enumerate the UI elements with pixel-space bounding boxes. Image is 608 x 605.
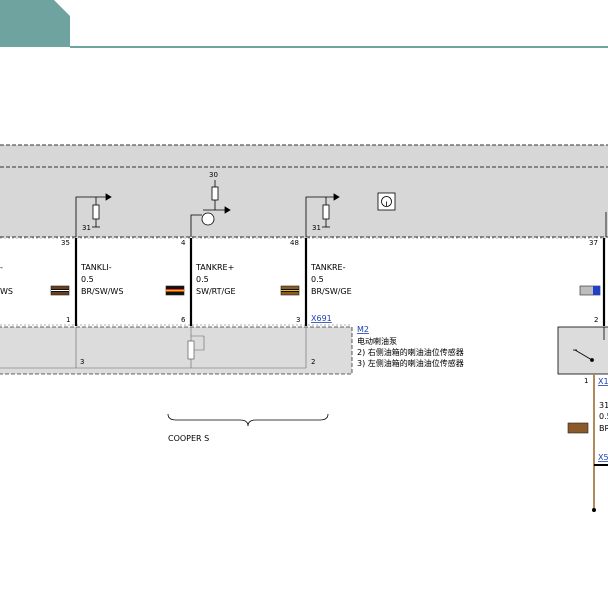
- wire-left-tick: -: [0, 263, 3, 272]
- relay-connector-x1[interactable]: X1: [598, 377, 608, 386]
- relay-pin-1: 1: [584, 377, 588, 385]
- right-wire-size: 0.5: [599, 412, 608, 421]
- wire-color-tankli: BR/SW/WS: [81, 287, 123, 296]
- control-unit-box: [0, 145, 608, 237]
- ground-label-2: 31: [312, 224, 321, 232]
- header-tab: [0, 0, 70, 47]
- connector-x691-link[interactable]: X691: [311, 314, 332, 323]
- pin-top-w1: 35: [61, 239, 70, 247]
- supply-label-30: 30: [209, 171, 218, 179]
- variant-label: COOPER S: [168, 434, 209, 443]
- pin-top-w2: 4: [181, 239, 186, 247]
- wire-size-tankre-plus: 0.5: [196, 275, 209, 284]
- relay-box: [557, 326, 608, 375]
- pump-pin-3: 3: [80, 358, 84, 366]
- wire-color-tankre-minus: BR/SW/GE: [311, 287, 352, 296]
- pin-top-w4: 37: [589, 239, 598, 247]
- right-wire-color: BR: [599, 424, 608, 433]
- right-connector-x5[interactable]: X5: [598, 453, 608, 462]
- pin-bottom-w1: 1: [66, 316, 70, 324]
- wire-swatch-brown: [567, 422, 589, 434]
- wire-name-tankre-minus: TANKRE-: [310, 263, 346, 272]
- note-3: 3) 左侧油箱的喇油油位传感器: [357, 358, 464, 368]
- wiring-diagram: 31 30 31 35 4 48 37 1 6 3 2 WS - TANKLI-…: [0, 0, 608, 512]
- fuel-pump-module: [0, 326, 353, 375]
- wire-swatch-tankre-minus: [280, 285, 300, 296]
- pin-bottom-w4: 2: [594, 316, 598, 324]
- component-m2-description: 电动喇油泵: [357, 336, 397, 346]
- module-info-icon[interactable]: [377, 192, 396, 211]
- wire-swatch-tankre-plus: [165, 285, 185, 296]
- wire-left-color-tail: WS: [0, 287, 13, 296]
- wire-size-tankli: 0.5: [81, 275, 94, 284]
- wire-swatch-right: [579, 285, 601, 296]
- pin-top-w3: 48: [290, 239, 299, 247]
- wire-color-tankre-plus: SW/RT/GE: [196, 287, 236, 296]
- wire-name-tankli: TANKLI-: [80, 263, 112, 272]
- right-wire-31: 31: [599, 401, 608, 410]
- pin-bottom-w2: 6: [181, 316, 186, 324]
- pump-pin-2: 2: [311, 358, 315, 366]
- wire-size-tankre-minus: 0.5: [311, 275, 324, 284]
- note-2: 2) 右侧油箱的喇油油位传感器: [357, 347, 464, 357]
- wire-name-tankre-plus: TANKRE+: [195, 263, 234, 272]
- wire-swatch-tankli: [50, 285, 70, 296]
- component-m2-link[interactable]: M2: [357, 325, 369, 334]
- variant-bracket: [167, 413, 329, 427]
- ground-dot: [592, 508, 596, 512]
- pin-bottom-w3: 3: [296, 316, 300, 324]
- ground-label-1: 31: [82, 224, 91, 232]
